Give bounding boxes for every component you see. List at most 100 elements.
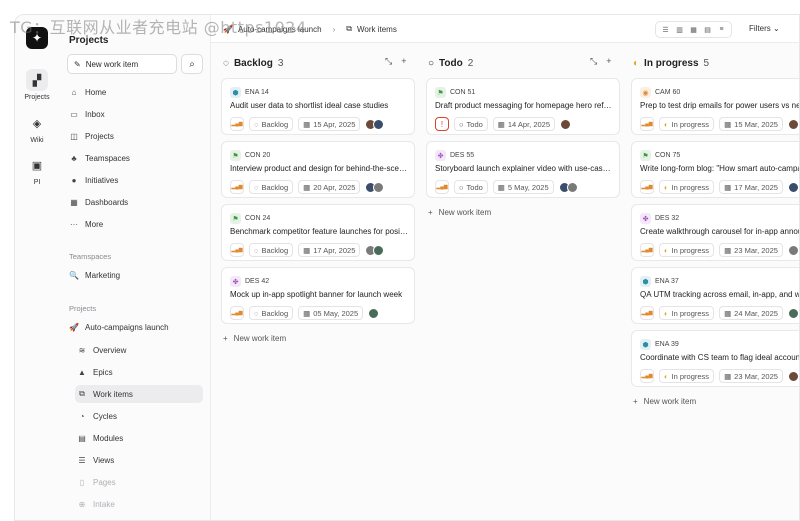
assignees[interactable] — [787, 307, 799, 319]
state-pill[interactable]: ◌ Backlog — [249, 243, 294, 257]
sidebar-item-more[interactable]: ··· More — [67, 215, 203, 233]
due-date-pill[interactable]: ▦ 17 Mar, 2025 — [719, 180, 783, 194]
sidebar-item-marketing[interactable]: 🔍 Marketing — [67, 266, 203, 284]
new-work-item-row[interactable]: + New work item — [223, 334, 286, 343]
card-meta: ▂▄▆ ◐ In progress ▦ 15 Mar, 2025 — [640, 117, 799, 131]
sidebar-item-initiatives[interactable]: ● Initiatives — [67, 171, 203, 189]
work-item-card[interactable]: ⚑ CON 24 Benchmark competitor feature laun… — [221, 204, 415, 261]
state-pill[interactable]: ◐ In progress — [659, 369, 715, 383]
sidebar-item-dashboards[interactable]: ▦ Dashboards — [67, 193, 203, 211]
assignees[interactable] — [787, 118, 799, 130]
work-item-card[interactable]: ◉ CAM 60 Prep to test drip emails for powe… — [631, 78, 799, 135]
work-item-card[interactable]: ⬢ ENA 37 QA UTM tracking across email, in-… — [631, 267, 799, 324]
priority-icon[interactable]: ▂▄▆ — [230, 243, 244, 257]
state-pill[interactable]: ◌ Backlog — [249, 306, 294, 320]
rail-item-pi[interactable]: ▣ PI — [15, 154, 59, 187]
due-date-pill[interactable]: ▦ 15 Mar, 2025 — [719, 117, 783, 131]
due-date-pill[interactable]: ▦ 17 Apr, 2025 — [298, 243, 361, 257]
assignees[interactable] — [368, 307, 380, 319]
work-item-card[interactable]: ✤ DES 55 Storyboard launch explainer video… — [426, 141, 620, 198]
add-item-icon[interactable]: + — [606, 56, 611, 67]
work-item-card[interactable]: ✤ DES 32 Create walkthrough carousel for i… — [631, 204, 799, 261]
sidebar-item-inbox[interactable]: ▭ Inbox — [67, 105, 203, 123]
state-pill[interactable]: ◌ Backlog — [249, 117, 294, 131]
gantt-view-icon[interactable]: ≡ — [715, 23, 728, 36]
state-pill[interactable]: ◐ In progress — [659, 243, 715, 257]
sidebar-item-cycles[interactable]: ◔ Cycles — [75, 407, 203, 425]
due-date-pill[interactable]: ▦ 14 Apr, 2025 — [492, 117, 556, 131]
breadcrumb-page[interactable]: Work items — [357, 25, 397, 34]
new-work-item-row[interactable]: + New work item — [428, 208, 491, 217]
sidebar-item-pages[interactable]: ▯ Pages — [75, 473, 203, 491]
collapse-column-icon[interactable]: ⤡ — [590, 56, 597, 67]
work-item-card[interactable]: ⚑ CON 20 Interview product and design for … — [221, 141, 415, 198]
sidebar-item-teamspaces[interactable]: ♣ Teamspaces — [67, 149, 203, 167]
calendar-icon: ▦ — [497, 182, 505, 192]
nav-label: Projects — [85, 131, 114, 141]
due-date-pill[interactable]: ▦ 24 Mar, 2025 — [719, 306, 783, 320]
assignees[interactable] — [365, 244, 385, 256]
due-date-pill[interactable]: ▦ 23 Mar, 2025 — [719, 243, 783, 257]
priority-icon[interactable]: ▂▄▆ — [640, 369, 654, 383]
state-pill[interactable]: ○ Todo — [454, 180, 488, 194]
urgent-priority-icon[interactable]: ! — [435, 117, 449, 131]
new-work-item-button[interactable]: ✎ New work item — [67, 54, 177, 74]
calendar-view-icon[interactable]: ▦ — [687, 23, 700, 36]
assignees[interactable] — [787, 244, 799, 256]
assignees[interactable] — [787, 181, 799, 193]
work-item-card[interactable]: ⚑ CON 51 Draft product messaging for homep… — [426, 78, 620, 135]
new-work-item-row[interactable]: + New work item — [633, 397, 696, 406]
sidebar-item-home[interactable]: ⌂ Home — [67, 83, 203, 101]
rail-item-wiki[interactable]: ◈ Wiki — [15, 112, 59, 145]
state-pill[interactable]: ◐ In progress — [659, 117, 715, 131]
assignees[interactable] — [558, 181, 578, 193]
assignees[interactable] — [560, 118, 572, 130]
due-date-pill[interactable]: ▦ 15 Apr, 2025 — [298, 117, 361, 131]
assignees[interactable] — [365, 181, 385, 193]
work-item-card[interactable]: ⬢ ENA 39 Coordinate with CS team to flag i… — [631, 330, 799, 387]
card-meta: ! ○ Todo ▦ 14 Apr, 2025 — [435, 117, 572, 131]
filters-button[interactable]: Filters ⌄ — [749, 24, 780, 33]
priority-icon[interactable]: ▂▄▆ — [230, 117, 244, 131]
sidebar-item-work-items[interactable]: ⧉ Work items — [75, 385, 203, 403]
work-item-card[interactable]: ⬢ ENA 14 Audit user data to shortlist idea… — [221, 78, 415, 135]
assignees[interactable] — [365, 118, 385, 130]
state-pill[interactable]: ○ Todo — [454, 117, 488, 131]
list-view-icon[interactable]: ☰ — [659, 23, 672, 36]
priority-icon[interactable]: ▂▄▆ — [640, 306, 654, 320]
rail-item-projects[interactable]: ▞ Projects — [15, 69, 59, 101]
due-date-pill[interactable]: ▦ 23 Mar, 2025 — [719, 369, 783, 383]
assignees[interactable] — [787, 370, 799, 382]
search-button[interactable]: ⌕ — [181, 54, 203, 74]
state-pill[interactable]: ◌ Backlog — [249, 180, 294, 194]
priority-icon[interactable]: ▂▄▆ — [640, 180, 654, 194]
priority-icon[interactable]: ▂▄▆ — [435, 180, 449, 194]
sidebar-item-projects[interactable]: ◫ Projects — [67, 127, 203, 145]
due-date-pill[interactable]: ▦ 20 Apr, 2025 — [298, 180, 361, 194]
add-item-icon[interactable]: + — [401, 56, 406, 67]
sidebar-item-modules[interactable]: ▤ Modules — [75, 429, 203, 447]
sidebar-item-views[interactable]: ☰ Views — [75, 451, 203, 469]
due-date: 5 May, 2025 — [507, 182, 549, 192]
card-id-row: ⚑ CON 20 — [230, 150, 270, 161]
board-view-icon[interactable]: ▥ — [673, 23, 686, 36]
sidebar-item-intake[interactable]: ⊕ Intake — [75, 495, 203, 513]
spreadsheet-view-icon[interactable]: ▤ — [701, 23, 714, 36]
new-work-item-label: New work item — [438, 208, 492, 217]
priority-icon[interactable]: ▂▄▆ — [230, 306, 244, 320]
work-item-card[interactable]: ✤ DES 42 Mock up in-app spotlight banner f… — [221, 267, 415, 324]
collapse-column-icon[interactable]: ⤡ — [385, 56, 392, 67]
due-date-pill[interactable]: ▦ 5 May, 2025 — [492, 180, 554, 194]
state-pill[interactable]: ◐ In progress — [659, 306, 715, 320]
work-item-card[interactable]: ⚑ CON 75 Write long-form blog: "How smart … — [631, 141, 799, 198]
sidebar-item-overview[interactable]: ≋ Overview — [75, 341, 203, 359]
sidebar-item-project[interactable]: 🚀 Auto-campaigns launch — [67, 318, 203, 336]
in-progress-icon: ◐ — [664, 308, 669, 318]
priority-icon[interactable]: ▂▄▆ — [230, 180, 244, 194]
sidebar-item-epics[interactable]: ▲ Epics — [75, 363, 203, 381]
todo-icon: ○ — [428, 57, 435, 69]
priority-icon[interactable]: ▂▄▆ — [640, 243, 654, 257]
state-pill[interactable]: ◐ In progress — [659, 180, 715, 194]
due-date-pill[interactable]: ▦ 05 May, 2025 — [298, 306, 364, 320]
priority-icon[interactable]: ▂▄▆ — [640, 117, 654, 131]
